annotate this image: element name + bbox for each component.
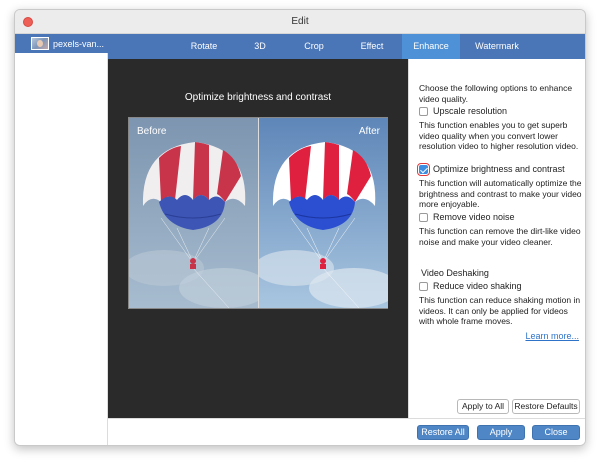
video-thumbnail (31, 37, 49, 50)
learn-more-link[interactable]: Learn more... (525, 331, 579, 341)
upscale-checkbox[interactable] (419, 106, 428, 116)
shaking-option[interactable]: Reduce video shaking (419, 281, 522, 291)
after-label: After (358, 126, 380, 137)
shaking-label: Reduce video shaking (433, 281, 522, 291)
shaking-checkbox[interactable] (419, 281, 428, 291)
noise-checkbox[interactable] (419, 212, 428, 222)
tab-effect[interactable]: Effect (346, 34, 398, 59)
file-list-sidebar: pexels-van... (15, 34, 108, 445)
deshaking-section-header: Video Deshaking (421, 268, 489, 278)
tab-watermark[interactable]: Watermark (462, 34, 532, 59)
upscale-label: Upscale resolution (433, 106, 508, 116)
tab-enhance[interactable]: Enhance (402, 34, 460, 59)
apply-button[interactable]: Apply (477, 425, 525, 440)
after-preview: After (259, 118, 388, 308)
brightness-checkbox[interactable] (417, 162, 430, 176)
preview-panel: Optimize brightness and contrast Before … (108, 59, 408, 418)
restore-defaults-button[interactable]: Restore Defaults (512, 399, 580, 414)
tab-3d[interactable]: 3D (238, 34, 282, 59)
file-name: pexels-van... (53, 38, 105, 49)
before-preview: Before (129, 118, 258, 308)
enhance-intro-text: Choose the following options to enhance … (419, 83, 573, 104)
preview-title: Optimize brightness and contrast (184, 92, 332, 103)
shaking-description: This function can reduce shaking motion … (419, 295, 581, 326)
file-list-item[interactable]: pexels-van... (15, 34, 108, 53)
close-button[interactable]: Close (532, 425, 580, 440)
window-title: Edit (291, 16, 309, 27)
tab-rotate[interactable]: Rotate (178, 34, 230, 59)
before-label: Before (137, 126, 167, 137)
edit-window: Edit pexels-van... Rotate 3D Crop Effect… (14, 9, 586, 446)
restore-all-button[interactable]: Restore All (417, 425, 469, 440)
tab-crop[interactable]: Crop (290, 34, 338, 59)
title-bar: Edit (15, 10, 585, 34)
apply-to-all-button[interactable]: Apply to All (457, 399, 509, 414)
noise-description: This function can remove the dirt-like v… (419, 226, 581, 247)
bottom-action-bar: Restore All Apply Close (108, 418, 585, 445)
enhance-options-panel: Choose the following options to enhance … (408, 59, 585, 418)
brightness-option[interactable]: Optimize brightness and contrast (417, 162, 565, 176)
noise-option[interactable]: Remove video noise (419, 212, 515, 222)
noise-label: Remove video noise (433, 212, 515, 222)
edit-tab-bar: Rotate 3D Crop Effect Enhance Watermark (108, 34, 585, 59)
brightness-label: Optimize brightness and contrast (433, 164, 565, 174)
parachute-image-after (259, 118, 388, 308)
before-after-comparison: Before After (128, 117, 388, 309)
upscale-description: This function enables you to get superb … (419, 120, 579, 151)
parachute-image-before (129, 118, 258, 308)
upscale-option[interactable]: Upscale resolution (419, 106, 507, 116)
brightness-description: This function will automatically optimiz… (419, 178, 582, 209)
